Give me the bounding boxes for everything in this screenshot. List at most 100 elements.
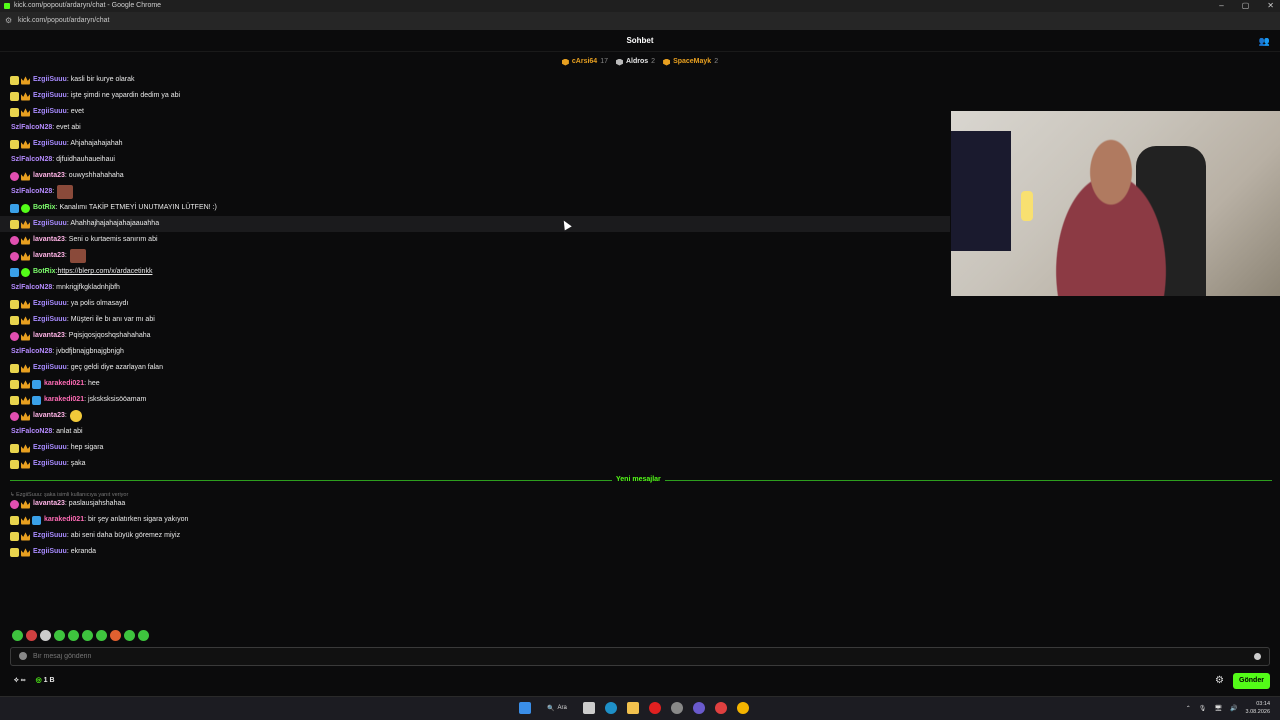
emote-icon[interactable]	[68, 630, 79, 641]
chat-message[interactable]: EzgiiSuuu: geç geldi diye azarlayan fala…	[0, 360, 950, 376]
chat-message[interactable]: SzlFalcoN28:	[0, 184, 950, 200]
chat-message[interactable]: lavanta23:	[0, 248, 950, 264]
chat-message[interactable]: EzgiiSuuu: ekranda	[0, 544, 950, 560]
message-username[interactable]: karakedi021	[44, 392, 84, 408]
chat-message[interactable]: SzlFalcoN28: djfuidhauhaueihaui	[0, 152, 950, 168]
message-username[interactable]: EzgiiSuuu	[33, 88, 67, 104]
message-username[interactable]: SzlFalcoN28	[11, 184, 52, 200]
message-username[interactable]: EzgiiSuuu	[33, 296, 67, 312]
chat-message[interactable]: EzgiiSuuu: işte şimdi ne yapardin dedim …	[0, 88, 950, 104]
chat-emote-icon[interactable]	[19, 652, 27, 660]
site-info-icon[interactable]: ⚙	[5, 12, 12, 30]
chat-message[interactable]: karakedi021: hee	[0, 376, 950, 392]
chat-message[interactable]: lavanta23: Seni o kurtaemis sanırım abi	[0, 232, 950, 248]
chat-message[interactable]: SzlFalcoN28: evet abi	[0, 120, 950, 136]
chat-message[interactable]: EzgiiSuuu: evet	[0, 104, 950, 120]
emote-icon[interactable]	[110, 630, 121, 641]
chat-message[interactable]: lavanta23:	[0, 408, 950, 424]
network-icon[interactable]: 🖥	[1214, 705, 1222, 712]
message-username[interactable]: lavanta23	[33, 408, 65, 424]
chat-message[interactable]: karakedi021: jsksksksisööamam	[0, 392, 950, 408]
steam-icon[interactable]	[670, 702, 683, 714]
message-username[interactable]: BotRix	[33, 264, 56, 280]
chat-message[interactable]: SzlFalcoN28: mnkrigjfkgkladnhjbfh	[0, 280, 950, 296]
message-link[interactable]: https://blerp.com/x/ardacetinkk	[58, 264, 153, 280]
emote-icon[interactable]	[40, 630, 51, 641]
message-username[interactable]: SzlFalcoN28	[11, 424, 52, 440]
address-bar[interactable]: ⚙ kick.com/popout/ardaryn/chat	[0, 12, 1280, 30]
chat-message[interactable]: BotRix: https://blerp.com/x/ardacetinkk	[0, 264, 950, 280]
chat-message[interactable]: EzgiiSuuu: şaka	[0, 456, 950, 472]
app-icon[interactable]	[714, 702, 727, 714]
message-username[interactable]: karakedi021	[44, 376, 84, 392]
emote-icon[interactable]	[82, 630, 93, 641]
message-username[interactable]: SzlFalcoN28	[11, 120, 52, 136]
tray-chevron-icon[interactable]: ⌃	[1186, 705, 1191, 712]
chat-message[interactable]: lavanta23: ouwyshhahahaha	[0, 168, 950, 184]
chat-message[interactable]: lavanta23: paslausjahshahaa	[0, 496, 950, 512]
emote-icon[interactable]	[138, 630, 149, 641]
gifter-item[interactable]: Aldros 2	[615, 54, 655, 70]
message-username[interactable]: SzlFalcoN28	[11, 280, 52, 296]
chat-message[interactable]: lavanta23: Pqisjqosjqoshqshahahaha	[0, 328, 950, 344]
chat-message[interactable]: EzgiiSuuu: ya polis olmasaydı	[0, 296, 950, 312]
infinity-badge[interactable]: ⟡ ∞	[14, 672, 26, 690]
minimize-button[interactable]: –	[1219, 0, 1223, 12]
message-username[interactable]: SzlFalcoN28	[11, 344, 52, 360]
send-button[interactable]: Gönder	[1233, 673, 1270, 689]
gifter-item[interactable]: SpaceMayk 2	[663, 54, 718, 70]
windows-start-icon[interactable]	[519, 702, 531, 714]
chat-message[interactable]: SzlFalcoN28: jvbdfjbnajgbnajgbnjgh	[0, 344, 950, 360]
message-username[interactable]: BotRix	[33, 200, 56, 216]
message-username[interactable]: lavanta23	[33, 232, 65, 248]
taskbar-search[interactable]: 🔍 Ara	[541, 705, 573, 712]
gifter-item[interactable]: cArsi64 17	[561, 54, 608, 70]
edge-icon[interactable]	[604, 702, 617, 714]
maximize-button[interactable]: ▢	[1242, 0, 1250, 12]
file-explorer-icon[interactable]	[626, 702, 639, 714]
message-username[interactable]: EzgiiSuuu	[33, 136, 67, 152]
opera-icon[interactable]	[648, 702, 661, 714]
message-username[interactable]: EzgiiSuuu	[33, 360, 67, 376]
chat-message[interactable]: EzgiiSuuu: Müşteri ile bı anı var mı abi	[0, 312, 950, 328]
message-username[interactable]: EzgiiSuuu	[33, 216, 67, 232]
user-badge-icon	[21, 108, 30, 117]
message-username[interactable]: karakedi021	[44, 512, 84, 528]
points-badge[interactable]: ◎ 1 B	[36, 672, 55, 690]
emote-icon[interactable]	[12, 630, 23, 641]
chat-input[interactable]	[33, 649, 1233, 664]
message-username[interactable]: EzgiiSuuu	[33, 528, 67, 544]
emote-icon[interactable]	[124, 630, 135, 641]
message-username[interactable]: SzlFalcoN28	[11, 152, 52, 168]
chrome-icon[interactable]	[736, 702, 749, 714]
chat-message[interactable]: karakedi021: bir şey anlatırken sigara y…	[0, 512, 950, 528]
message-username[interactable]: EzgiiSuuu	[33, 72, 67, 88]
users-icon[interactable]: 👥	[1259, 30, 1270, 52]
message-username[interactable]: EzgiiSuuu	[33, 456, 67, 472]
message-username[interactable]: lavanta23	[33, 168, 65, 184]
chat-message[interactable]: EzgiiSuuu: kasli bir kurye olarak	[0, 72, 950, 88]
chat-message[interactable]: SzlFalcoN28: anlat abi	[0, 424, 950, 440]
emote-icon[interactable]	[96, 630, 107, 641]
close-button[interactable]: ✕	[1267, 0, 1274, 12]
gear-icon[interactable]: ⚙	[1215, 672, 1224, 690]
chat-message[interactable]: EzgiiSuuu: abi seni daha büyük göremez m…	[0, 528, 950, 544]
chat-message[interactable]: EzgiiSuuu: Ahjahajahajahah	[0, 136, 950, 152]
emote-icon[interactable]	[26, 630, 37, 641]
clock[interactable]: 03:14 3.08.2026	[1246, 700, 1270, 716]
chat-message[interactable]: BotRix: Kanalımı TAKİP ETMEYİ UNUTMAYIN …	[0, 200, 950, 216]
discord-icon[interactable]	[692, 702, 705, 714]
message-username[interactable]: lavanta23	[33, 328, 65, 344]
message-username[interactable]: EzgiiSuuu	[33, 440, 67, 456]
emote-icon[interactable]	[54, 630, 65, 641]
microphone-icon[interactable]: 🎙	[1199, 705, 1207, 712]
volume-icon[interactable]: 🔊	[1230, 705, 1237, 712]
message-username[interactable]: lavanta23	[33, 248, 65, 264]
chat-message[interactable]: EzgiiSuuu: Ahahhajhajahajahajaauahha	[0, 216, 950, 232]
emoji-picker-icon[interactable]	[1254, 653, 1261, 660]
message-username[interactable]: EzgiiSuuu	[33, 544, 67, 560]
message-username[interactable]: EzgiiSuuu	[33, 312, 67, 328]
message-username[interactable]: EzgiiSuuu	[33, 104, 67, 120]
chat-message[interactable]: EzgiiSuuu: hep sigara	[0, 440, 950, 456]
task-view-icon[interactable]	[582, 702, 595, 714]
